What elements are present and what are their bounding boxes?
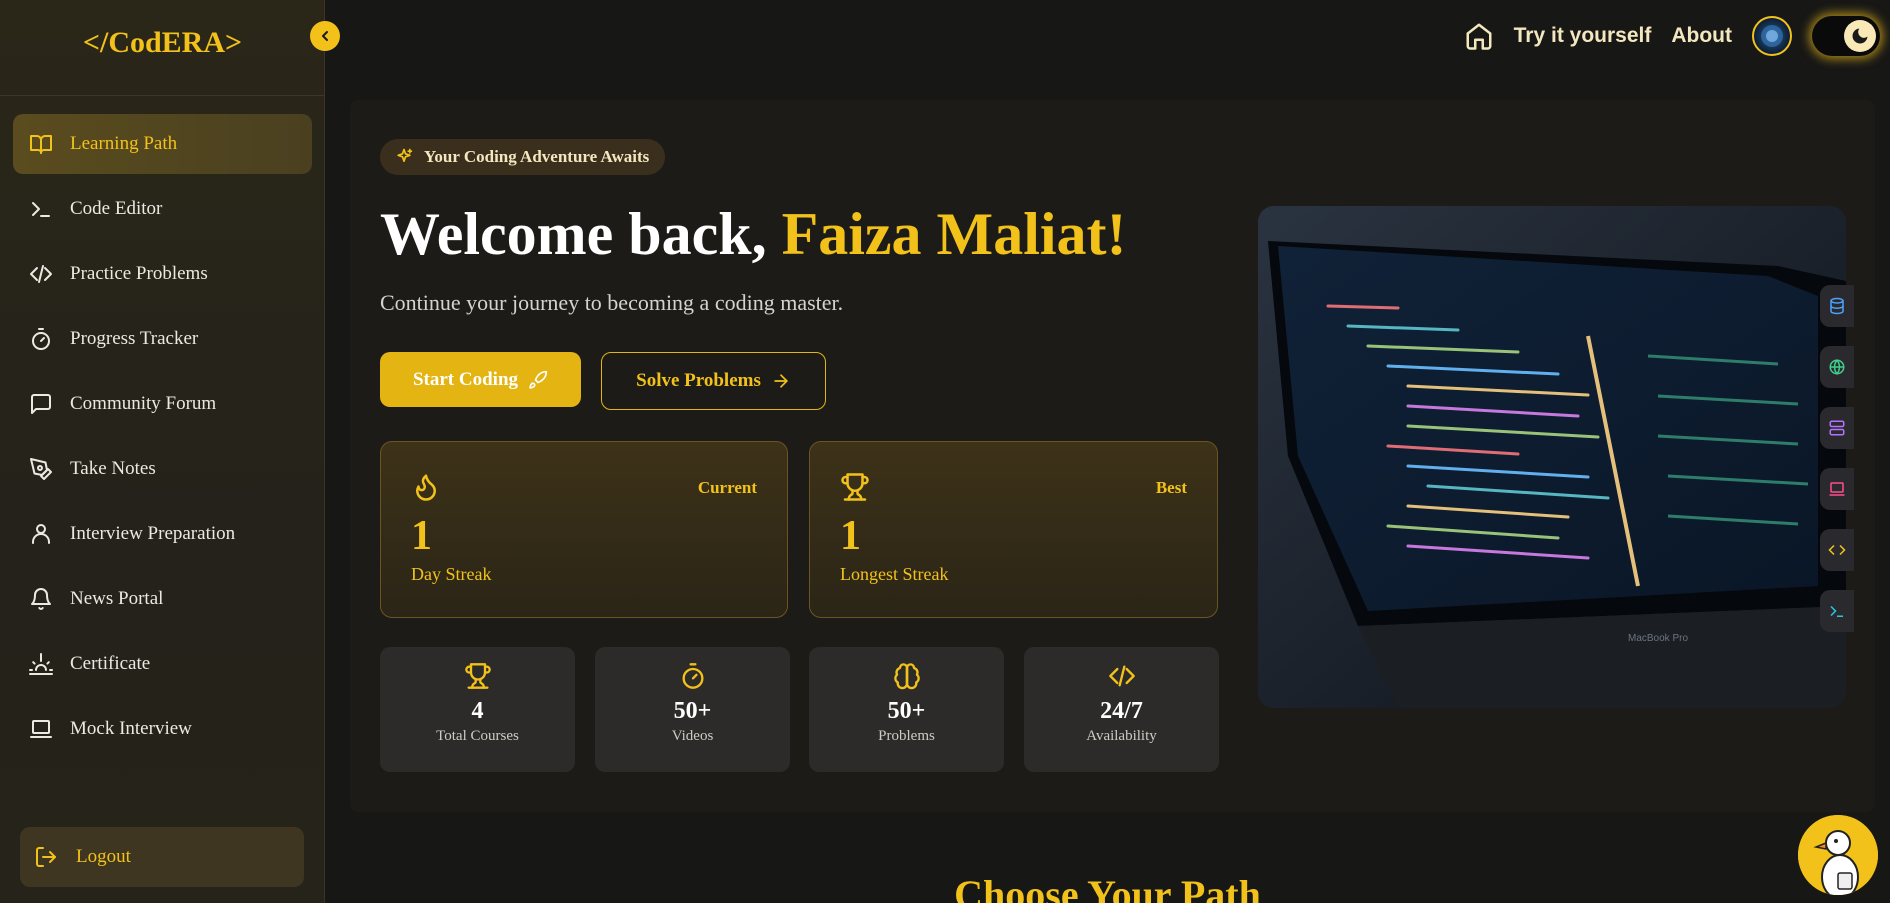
badge-text: Your Coding Adventure Awaits	[424, 147, 650, 166]
sidebar-item-label: Interview Preparation	[70, 523, 236, 544]
sidebar: </CodERA> Learning Path Code Editor Prac…	[0, 0, 325, 903]
code-icon	[1108, 662, 1136, 690]
brand-logo[interactable]: </CodERA>	[0, 26, 325, 60]
sidebar-item-code-editor[interactable]: Code Editor	[13, 179, 312, 239]
theme-toggle[interactable]	[1812, 16, 1880, 56]
sidebar-item-label: Certificate	[70, 653, 151, 674]
logout-label: Logout	[76, 846, 131, 867]
trophy-icon	[840, 472, 870, 502]
try-it-yourself-link[interactable]: Try it yourself	[1514, 24, 1652, 48]
floating-tool-icons	[1820, 285, 1854, 651]
chevron-left-icon	[322, 31, 328, 41]
best-streak-card: Best 1 Longest Streak	[809, 441, 1218, 618]
sidebar-item-label: News Portal	[70, 588, 164, 609]
moon-icon	[1844, 20, 1876, 52]
streak-value: 1	[411, 513, 432, 559]
streak-tag: Current	[697, 478, 757, 497]
arrow-right-icon	[771, 371, 791, 391]
sunrise-icon	[28, 651, 54, 677]
streak-label: Day Streak	[411, 564, 492, 584]
stat-card-courses: 4 Total Courses	[380, 647, 575, 772]
sidebar-item-label: Progress Tracker	[70, 328, 199, 349]
sidebar-collapse-button[interactable]	[310, 21, 340, 51]
laptop-icon	[28, 716, 54, 742]
section-title: Choose Your Path	[954, 872, 1261, 903]
trophy-icon	[464, 662, 492, 690]
sidebar-item-label: Learning Path	[70, 133, 178, 154]
book-open-icon	[28, 131, 54, 157]
avatar[interactable]	[1752, 16, 1792, 56]
sidebar-item-take-notes[interactable]: Take Notes	[13, 439, 312, 499]
brain-icon	[893, 662, 921, 690]
timer-icon	[679, 662, 707, 690]
sidebar-item-label: Mock Interview	[70, 718, 192, 739]
flame-icon	[411, 472, 441, 502]
streak-value: 1	[840, 513, 861, 559]
start-coding-button[interactable]: Start Coding	[380, 352, 581, 407]
pen-tool-icon	[28, 456, 54, 482]
stat-value: 50+	[673, 698, 712, 724]
adventure-badge: Your Coding Adventure Awaits	[380, 139, 666, 175]
globe-icon[interactable]	[1820, 346, 1854, 388]
duck-mascot-icon	[1798, 815, 1878, 895]
sparkles-icon	[394, 147, 414, 167]
streak-tag: Best	[1155, 478, 1187, 497]
welcome-heading: Welcome back, Faiza Maliat!	[380, 200, 1127, 269]
about-link[interactable]: About	[1671, 24, 1732, 48]
solve-problems-label: Solve Problems	[636, 370, 761, 391]
start-coding-label: Start Coding	[412, 368, 519, 390]
log-out-icon	[34, 844, 60, 870]
rocket-icon	[528, 370, 548, 390]
sidebar-item-news-portal[interactable]: News Portal	[13, 569, 312, 629]
top-nav: Try it yourself About	[1464, 16, 1880, 56]
laptop-icon[interactable]	[1820, 468, 1854, 510]
stat-value: 24/7	[1100, 698, 1143, 724]
code-icon[interactable]	[1820, 529, 1854, 571]
stat-card-videos: 50+ Videos	[595, 647, 790, 772]
sidebar-item-practice-problems[interactable]: Practice Problems	[13, 244, 312, 304]
terminal-icon	[28, 196, 54, 222]
timer-icon	[28, 326, 54, 352]
terminal-icon[interactable]	[1820, 590, 1854, 632]
user-name: Faiza Maliat!	[781, 201, 1127, 267]
message-square-icon	[28, 391, 54, 417]
stat-card-availability: 24/7 Availability	[1024, 647, 1219, 772]
sidebar-item-progress-tracker[interactable]: Progress Tracker	[13, 309, 312, 369]
bell-icon	[28, 586, 54, 612]
svg-text:MacBook Pro: MacBook Pro	[1628, 633, 1688, 644]
stat-label: Problems	[878, 728, 935, 744]
solve-problems-button[interactable]: Solve Problems	[601, 352, 826, 410]
sidebar-nav: Learning Path Code Editor Practice Probl…	[13, 114, 312, 764]
streak-label: Longest Streak	[840, 564, 949, 584]
sidebar-item-certificate[interactable]: Certificate	[13, 634, 312, 694]
hero-laptop-image: MacBook Pro	[1258, 206, 1846, 708]
user-icon	[28, 521, 54, 547]
hero-subtitle: Continue your journey to becoming a codi…	[380, 290, 844, 315]
sidebar-item-mock-interview[interactable]: Mock Interview	[13, 699, 312, 759]
home-icon[interactable]	[1464, 21, 1494, 51]
database-icon[interactable]	[1820, 285, 1854, 327]
sidebar-item-label: Take Notes	[70, 458, 156, 479]
stat-label: Total Courses	[436, 728, 519, 744]
sidebar-item-label: Community Forum	[70, 393, 217, 414]
divider	[0, 95, 325, 96]
server-icon[interactable]	[1820, 407, 1854, 449]
welcome-prefix: Welcome back,	[380, 201, 782, 267]
sidebar-item-interview-preparation[interactable]: Interview Preparation	[13, 504, 312, 564]
sidebar-item-community-forum[interactable]: Community Forum	[13, 374, 312, 434]
code-icon	[28, 261, 54, 287]
stat-value: 50+	[887, 698, 926, 724]
stat-card-problems: 50+ Problems	[809, 647, 1004, 772]
stat-label: Videos	[671, 728, 714, 744]
stat-label: Availability	[1086, 728, 1157, 744]
sidebar-item-learning-path[interactable]: Learning Path	[13, 114, 312, 174]
chat-assistant-button[interactable]	[1798, 815, 1878, 895]
current-streak-card: Current 1 Day Streak	[380, 441, 788, 618]
stat-value: 4	[471, 698, 484, 724]
sidebar-item-label: Practice Problems	[70, 263, 208, 284]
sidebar-item-label: Code Editor	[70, 198, 163, 219]
